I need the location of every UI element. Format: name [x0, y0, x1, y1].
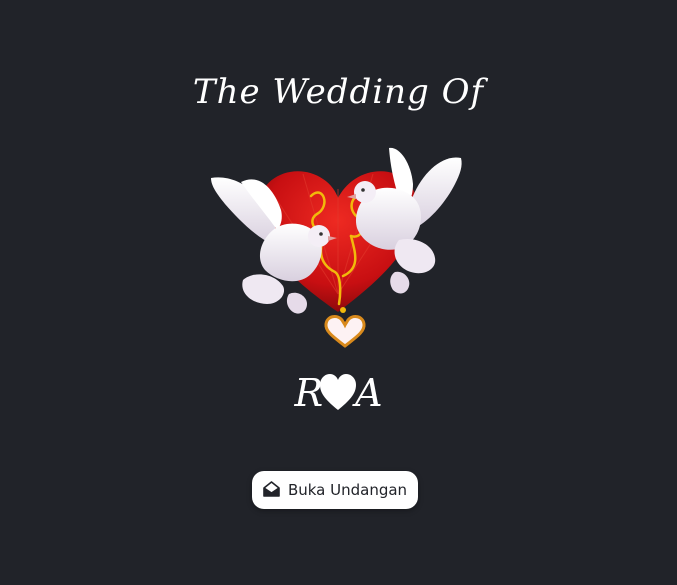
open-invitation-button[interactable]: Buka Undangan	[252, 471, 418, 509]
wedding-title: The Wedding Of	[192, 72, 485, 112]
heart-icon	[319, 373, 357, 413]
right-initial: A	[355, 371, 383, 415]
couple-initials: R A	[0, 368, 677, 418]
open-invitation-label: Buka Undangan	[287, 481, 408, 499]
doves-heart-illustration	[203, 144, 469, 354]
envelope-open-icon	[263, 480, 280, 500]
